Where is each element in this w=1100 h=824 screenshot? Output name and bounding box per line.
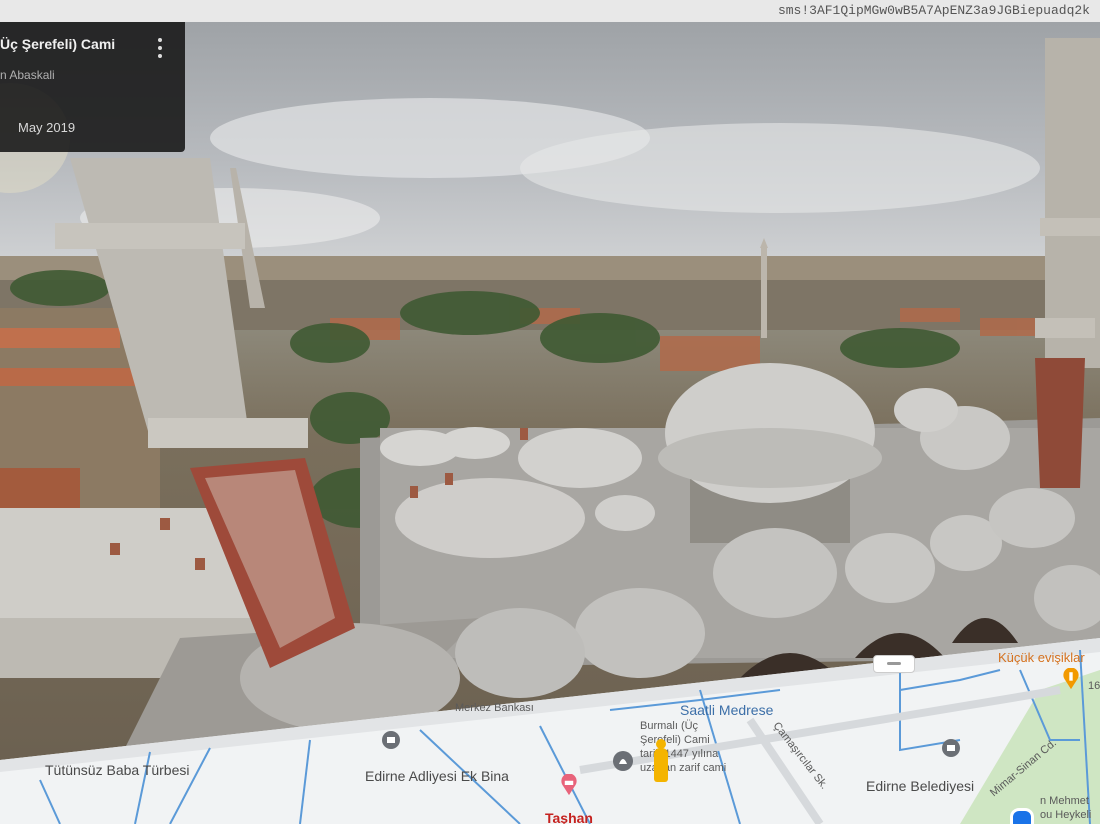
map-label-burmali-3: tarih 1447 yılına bbox=[640, 748, 719, 760]
map-label-adliye[interactable]: Edirne Adliyesi Ek Bina bbox=[365, 768, 509, 784]
map-label-burmali-1[interactable]: Burmalı (Üç bbox=[640, 720, 698, 732]
map-label-burmali-2[interactable]: Şerefeli) Cami bbox=[640, 734, 710, 746]
place-title[interactable]: Üç Şerefeli) Cami bbox=[0, 36, 115, 52]
map-label-belediye[interactable]: Edirne Belediyesi bbox=[866, 778, 974, 794]
map-label-merkez[interactable]: Merkez Bankası bbox=[455, 702, 534, 714]
map-label-tutunsuz[interactable]: Tütünsüz Baba Türbesi bbox=[45, 762, 190, 778]
address-bar[interactable]: sms!3AF1QipMGw0wB5A7ApENZ3a9JGBiepuadq2k bbox=[0, 0, 1100, 22]
photo-author[interactable]: n Abaskali bbox=[0, 68, 55, 82]
collapse-map-tab[interactable] bbox=[873, 655, 915, 673]
food-pin-icon[interactable] bbox=[1060, 668, 1082, 690]
more-vert-icon[interactable] bbox=[157, 38, 163, 62]
map-label-mehmet-1: n Mehmet bbox=[1040, 795, 1089, 807]
museum-pin-icon[interactable] bbox=[380, 730, 402, 752]
museum-pin-icon-2[interactable] bbox=[940, 738, 962, 760]
capture-date: May 2019 bbox=[18, 120, 76, 135]
map-label-tashan[interactable]: Taşhan bbox=[545, 810, 593, 824]
pegman-icon[interactable] bbox=[654, 739, 668, 782]
mini-map[interactable]: Merkez Bankası Saatli Medrese Burmalı (Ü… bbox=[0, 630, 1100, 824]
my-location-icon[interactable] bbox=[1010, 808, 1034, 824]
mosque-pin-icon[interactable] bbox=[612, 750, 634, 772]
hotel-pin-icon[interactable] bbox=[558, 774, 580, 796]
map-label-edge-num: 16 bbox=[1088, 680, 1100, 692]
map-label-saatli[interactable]: Saatli Medrese bbox=[680, 702, 773, 718]
map-label-mehmet-2: ou Heykeli bbox=[1040, 809, 1092, 821]
map-label-kucuk[interactable]: Küçük evişiklar bbox=[998, 650, 1085, 665]
map-drawing bbox=[0, 638, 1100, 824]
url-text: sms!3AF1QipMGw0wB5A7ApENZ3a9JGBiepuadq2k bbox=[777, 3, 1090, 18]
monitor-photo: sms!3AF1QipMGw0wB5A7ApENZ3a9JGBiepuadq2k… bbox=[0, 0, 1100, 824]
map-label-burmali-4: uzanan zarif cami bbox=[640, 762, 727, 774]
street-view-info-card: Üç Şerefeli) Cami n Abaskali May 2019 bbox=[0, 22, 185, 152]
